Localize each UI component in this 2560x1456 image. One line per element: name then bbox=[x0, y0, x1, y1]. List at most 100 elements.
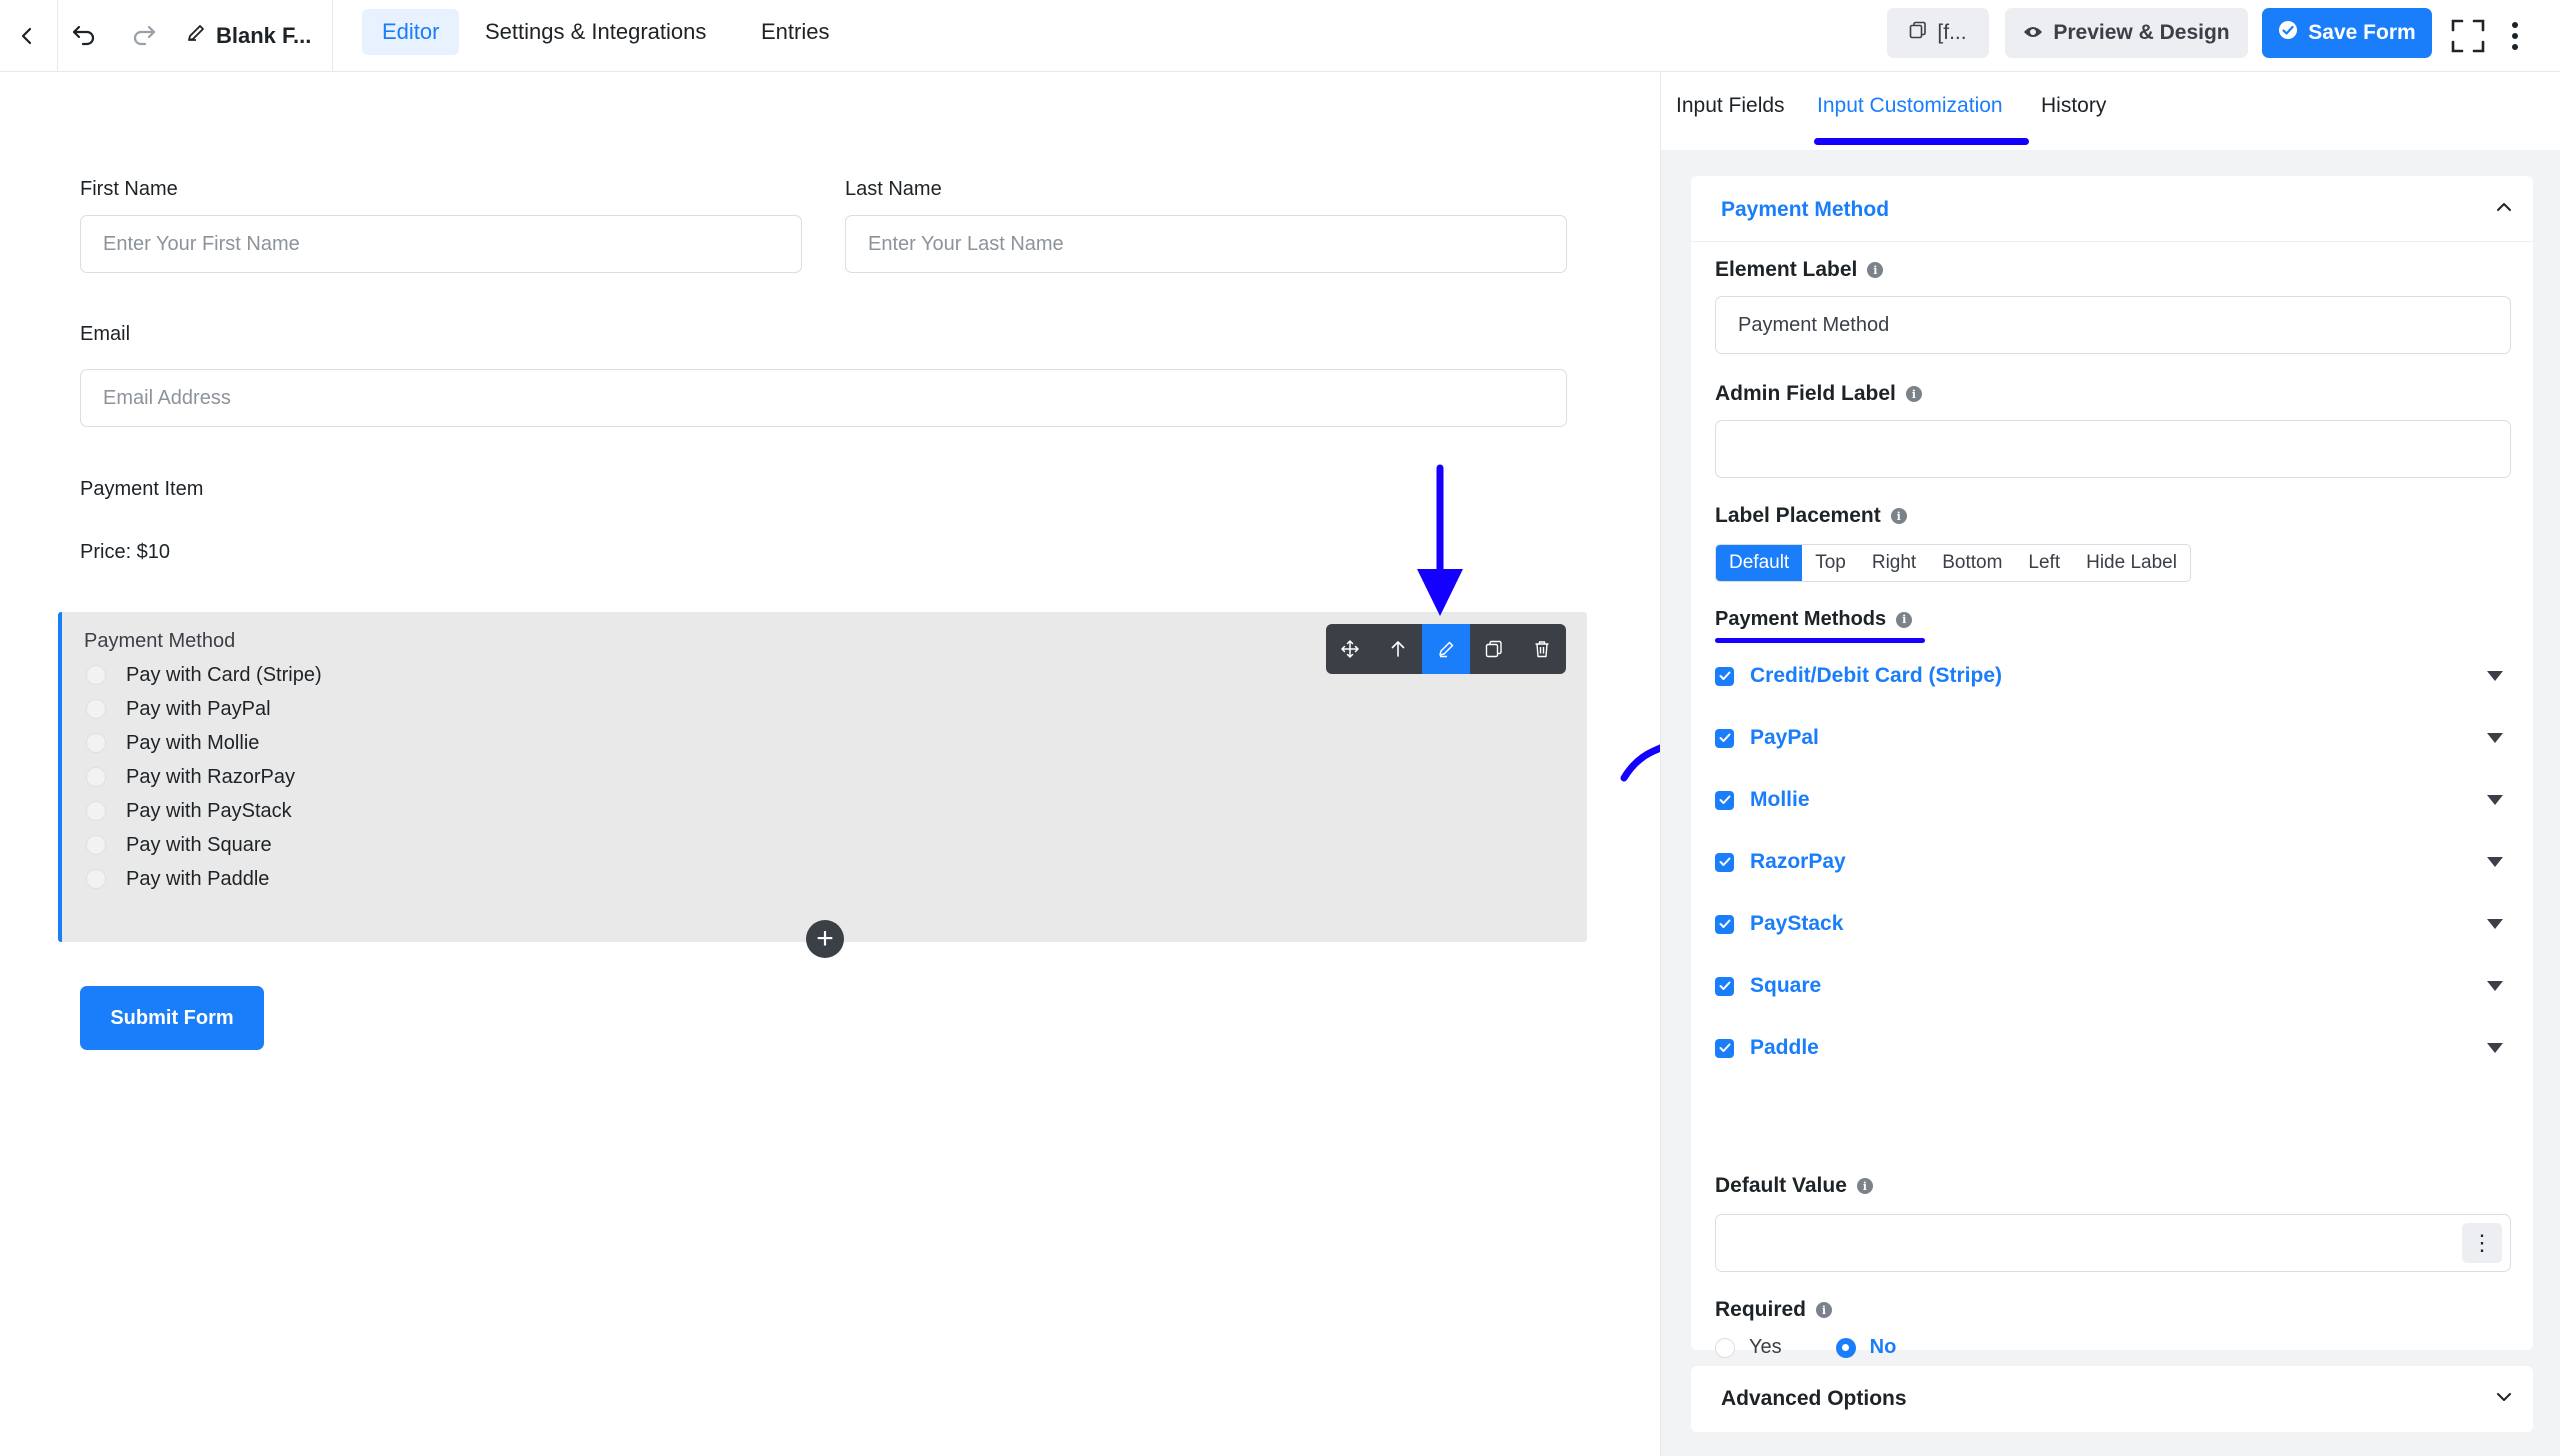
pencil-icon bbox=[186, 23, 206, 49]
default-value-input[interactable]: ⋮ bbox=[1715, 1214, 2511, 1272]
radio-option-label: Pay with Card (Stripe) bbox=[126, 663, 322, 686]
chevron-down-icon[interactable] bbox=[2495, 1388, 2513, 1411]
checkbox-checked[interactable] bbox=[1715, 976, 1734, 996]
radio-option-label: Pay with RazorPay bbox=[126, 765, 295, 788]
radio-circle[interactable] bbox=[86, 699, 106, 719]
radio-option[interactable]: Pay with RazorPay bbox=[86, 760, 295, 794]
submit-form-button[interactable]: Submit Form bbox=[80, 986, 264, 1050]
tab-input-fields[interactable]: Input Fields bbox=[1676, 94, 1785, 118]
section-title: Payment Method bbox=[1721, 198, 1890, 221]
info-icon[interactable]: i bbox=[1896, 611, 1913, 628]
checkbox-checked[interactable] bbox=[1715, 728, 1734, 748]
element-label-text: Element Label bbox=[1715, 258, 1858, 281]
trash-icon[interactable] bbox=[1518, 624, 1566, 674]
tab-input-customization[interactable]: Input Customization bbox=[1817, 94, 2003, 118]
preview-design-label: Preview & Design bbox=[2053, 21, 2230, 44]
form-title[interactable]: Blank F... bbox=[186, 0, 311, 72]
radio-option[interactable]: Pay with Square bbox=[86, 828, 272, 862]
tab-settings-integrations[interactable]: Settings & Integrations bbox=[465, 9, 726, 55]
preview-design-button[interactable]: Preview & Design bbox=[2005, 8, 2248, 58]
checkbox-checked[interactable] bbox=[1715, 1038, 1734, 1058]
radio-yes-label: Yes bbox=[1749, 1336, 1782, 1358]
active-tab-indicator bbox=[1814, 138, 2029, 145]
payment-method-item-paddle[interactable]: Paddle bbox=[1715, 1028, 2511, 1068]
caret-down-icon[interactable] bbox=[2487, 671, 2503, 681]
caret-down-icon[interactable] bbox=[2487, 733, 2503, 743]
checkbox-checked[interactable] bbox=[1715, 852, 1734, 872]
shortcode-button[interactable]: [f... bbox=[1887, 8, 1989, 58]
fullscreen-icon[interactable] bbox=[2446, 0, 2490, 72]
form-title-text: Blank F... bbox=[216, 23, 312, 48]
caret-down-icon[interactable] bbox=[2487, 919, 2503, 929]
tab-editor[interactable]: Editor bbox=[362, 9, 460, 55]
radio-circle[interactable] bbox=[86, 767, 106, 787]
placement-default[interactable]: Default bbox=[1716, 545, 1803, 581]
caret-down-icon[interactable] bbox=[2487, 795, 2503, 805]
more-options-icon[interactable]: ⋮ bbox=[2462, 1223, 2502, 1263]
tab-history[interactable]: History bbox=[2041, 94, 2106, 118]
more-vertical-icon[interactable] bbox=[2500, 0, 2530, 72]
radio-circle[interactable] bbox=[86, 801, 106, 821]
radio-no-selected[interactable] bbox=[1835, 1337, 1856, 1358]
element-label-heading: Element Label i bbox=[1715, 258, 1884, 282]
radio-option[interactable]: Pay with Paddle bbox=[86, 862, 269, 896]
undo-icon[interactable] bbox=[62, 0, 106, 72]
caret-down-icon[interactable] bbox=[2487, 981, 2503, 991]
payment-method-item-razorpay[interactable]: RazorPay bbox=[1715, 842, 2511, 882]
caret-down-icon[interactable] bbox=[2487, 857, 2503, 867]
placement-hide-label[interactable]: Hide Label bbox=[2073, 545, 2190, 581]
checkbox-checked[interactable] bbox=[1715, 790, 1734, 810]
radio-circle[interactable] bbox=[86, 869, 106, 889]
last-name-field[interactable]: Enter Your Last Name bbox=[845, 215, 1567, 273]
element-label-input[interactable]: Payment Method bbox=[1715, 296, 2511, 354]
top-bar: Blank F... Editor Settings & Integration… bbox=[0, 0, 2560, 72]
caret-down-icon[interactable] bbox=[2487, 1043, 2503, 1053]
duplicate-icon[interactable] bbox=[1470, 624, 1518, 674]
payment-method-item-stripe[interactable]: Credit/Debit Card (Stripe) bbox=[1715, 656, 2511, 696]
payment-method-item-paystack[interactable]: PayStack bbox=[1715, 904, 2511, 944]
radio-circle[interactable] bbox=[86, 835, 106, 855]
radio-option[interactable]: Pay with Mollie bbox=[86, 726, 259, 760]
save-form-button[interactable]: Save Form bbox=[2262, 8, 2432, 58]
checkbox-checked[interactable] bbox=[1715, 914, 1734, 934]
checkbox-checked[interactable] bbox=[1715, 666, 1734, 686]
radio-circle[interactable] bbox=[86, 733, 106, 753]
advanced-options-section[interactable]: Advanced Options bbox=[1691, 1366, 2533, 1432]
payment-method-item-square[interactable]: Square bbox=[1715, 966, 2511, 1006]
radio-option-label: Pay with Paddle bbox=[126, 867, 270, 890]
chevron-up-icon[interactable] bbox=[2495, 198, 2513, 221]
back-icon[interactable] bbox=[0, 0, 54, 72]
info-icon[interactable]: i bbox=[1856, 1178, 1873, 1194]
placement-bottom[interactable]: Bottom bbox=[1929, 545, 2015, 581]
arrow-up-icon[interactable] bbox=[1374, 624, 1422, 674]
info-icon[interactable]: i bbox=[1816, 1302, 1833, 1318]
radio-option-label: Pay with Mollie bbox=[126, 731, 260, 754]
edit-icon[interactable] bbox=[1422, 624, 1470, 674]
move-icon[interactable] bbox=[1326, 624, 1374, 674]
required-heading: Required i bbox=[1715, 1298, 1833, 1322]
email-field[interactable]: Email Address bbox=[80, 369, 1567, 427]
redo-icon[interactable] bbox=[122, 0, 166, 72]
annotation-arrow-down-icon bbox=[1417, 464, 1463, 616]
radio-option[interactable]: Pay with PayPal bbox=[86, 692, 271, 726]
section-header[interactable]: Payment Method bbox=[1691, 176, 2533, 242]
placement-right[interactable]: Right bbox=[1859, 545, 1929, 581]
first-name-field[interactable]: Enter Your First Name bbox=[80, 215, 802, 273]
radio-option[interactable]: Pay with PayStack bbox=[86, 794, 292, 828]
placement-top[interactable]: Top bbox=[1802, 545, 1859, 581]
placement-left[interactable]: Left bbox=[2015, 545, 2073, 581]
admin-field-label-input[interactable] bbox=[1715, 420, 2511, 478]
tab-entries[interactable]: Entries bbox=[741, 9, 849, 55]
add-field-icon[interactable]: + bbox=[806, 920, 844, 958]
info-icon[interactable]: i bbox=[1905, 386, 1922, 402]
label-placement-options: Default Top Right Bottom Left Hide Label bbox=[1715, 544, 2191, 582]
info-icon[interactable]: i bbox=[1867, 262, 1884, 278]
radio-yes[interactable] bbox=[1715, 1337, 1735, 1358]
payment-method-item-mollie[interactable]: Mollie bbox=[1715, 780, 2511, 820]
label-placement-text: Label Placement bbox=[1715, 504, 1881, 527]
radio-circle[interactable] bbox=[86, 665, 106, 685]
payment-method-item-paypal[interactable]: PayPal bbox=[1715, 718, 2511, 758]
radio-option[interactable]: Pay with Card (Stripe) bbox=[86, 658, 322, 692]
info-icon[interactable]: i bbox=[1890, 508, 1907, 524]
payment-methods-text: Payment Methods bbox=[1715, 608, 1887, 630]
